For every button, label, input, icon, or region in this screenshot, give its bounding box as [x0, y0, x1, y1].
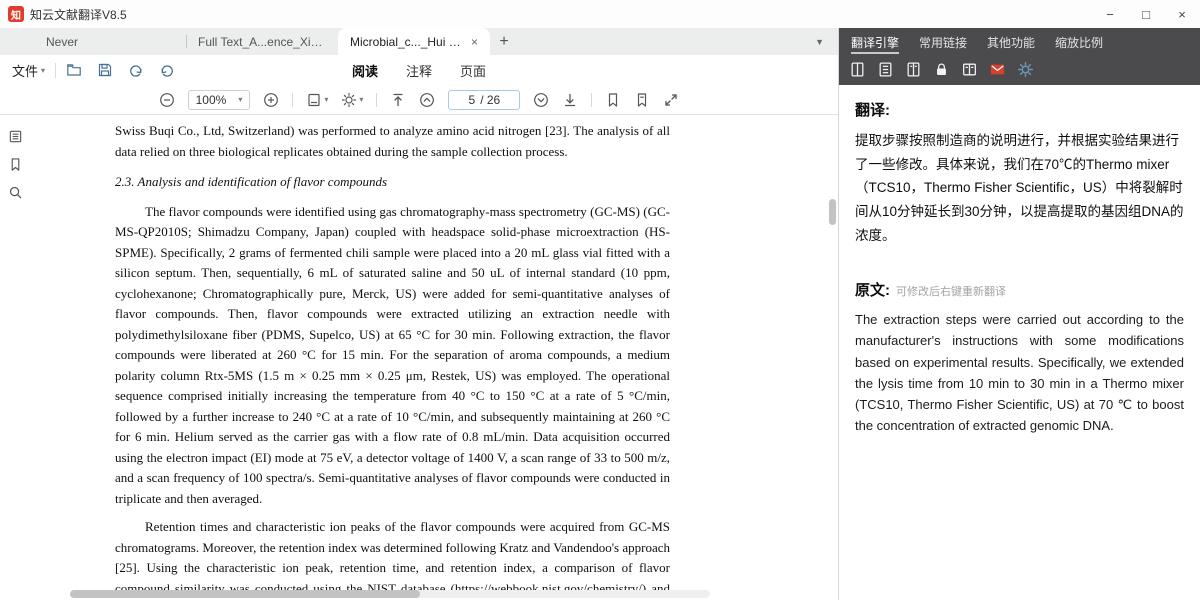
file-menu-label: 文件 — [12, 61, 38, 80]
page-current: 5 — [469, 93, 476, 107]
lock-icon[interactable] — [933, 61, 950, 78]
document-tab-active[interactable]: Microbial_c..._Hui Liao * × — [338, 28, 490, 55]
maximize-button[interactable]: □ — [1128, 0, 1164, 28]
translation-text[interactable]: 提取步骤按照制造商的说明进行，并根据实验结果进行了一些修改。具体来说，我们在70… — [855, 129, 1184, 247]
app-title: 知云文献翻译V8.5 — [30, 6, 127, 23]
vertical-scrollbar-thumb[interactable] — [829, 199, 836, 225]
previous-page-button[interactable] — [419, 92, 435, 108]
view-tab-annotate[interactable]: 注释 — [406, 61, 432, 80]
original-section: 原文: 可修改后右键重新翻译 The extraction steps were… — [855, 279, 1184, 436]
brightness-button[interactable]: ▾ — [341, 92, 363, 108]
bookmark-add-icon[interactable] — [605, 92, 621, 108]
titlebar: 知 知云文献翻译V8.5 − □ × — [0, 0, 1200, 28]
panel-tabs: 翻译引擎 常用链接 其他功能 缩放比例 — [849, 33, 1190, 61]
original-label: 原文: — [855, 279, 890, 300]
pdf-paragraph: Retention times and characteristic ion p… — [115, 517, 670, 600]
original-hint: 可修改后右键重新翻译 — [896, 283, 1006, 299]
app-logo-icon: 知 — [8, 6, 24, 22]
zoom-level-select[interactable]: 100% ▾ — [188, 90, 251, 110]
chevron-down-icon: ▾ — [238, 95, 242, 104]
redo-icon[interactable] — [159, 62, 175, 78]
panel-tab-zoom-ratio[interactable]: 缩放比例 — [1055, 34, 1103, 54]
document-icon[interactable] — [961, 61, 978, 78]
translation-label: 翻译: — [855, 102, 890, 119]
translation-section: 翻译: 提取步骤按照制造商的说明进行，并根据实验结果进行了一些修改。具体来说，我… — [855, 99, 1184, 247]
bookmark-list-icon[interactable] — [634, 92, 650, 108]
document-icon[interactable] — [877, 61, 894, 78]
pdf-paragraph: The flavor compounds were identified usi… — [115, 202, 670, 510]
reader-pane: Never Full Text_A...ence_Xinhua Microbia… — [0, 28, 838, 600]
panel-icon-row — [849, 61, 1190, 78]
page-total: / 26 — [480, 93, 500, 107]
translation-panel-body: 翻译: 提取步骤按照制造商的说明进行，并根据实验结果进行了一些修改。具体来说，我… — [839, 85, 1200, 600]
page-number-input[interactable]: 5 / 26 — [448, 90, 520, 110]
close-button[interactable]: × — [1164, 0, 1200, 28]
pdf-viewport[interactable]: Swiss Buqi Co., Ltd, Switzerland) was pe… — [30, 115, 838, 600]
document-icon[interactable] — [849, 61, 866, 78]
pdf-toolbar: 100% ▾ ▾ ▾ 5 / 26 — [0, 85, 838, 115]
divider — [376, 93, 377, 107]
bookmarks-panel-icon[interactable] — [8, 157, 23, 172]
sidebar-strip — [0, 115, 30, 600]
undo-icon[interactable] — [128, 62, 144, 78]
thumbnails-panel-icon[interactable] — [8, 129, 23, 144]
download-button[interactable] — [562, 92, 578, 108]
tab-label: Full Text_A...ence_Xinhua — [198, 35, 326, 49]
pdf-paragraph: Swiss Buqi Co., Ltd, Switzerland) was pe… — [115, 121, 670, 162]
chevron-down-icon: ▾ — [324, 95, 328, 104]
view-tab-read[interactable]: 阅读 — [352, 61, 378, 80]
minimize-button[interactable]: − — [1092, 0, 1128, 28]
next-page-button[interactable] — [533, 92, 549, 108]
tab-label: Never — [46, 35, 174, 49]
page-layout-button[interactable]: ▾ — [306, 92, 328, 108]
original-text[interactable]: The extraction steps were carried out ac… — [855, 309, 1184, 436]
scroll-to-top-button[interactable] — [390, 92, 406, 108]
window-controls: − □ × — [1092, 0, 1200, 28]
horizontal-scrollbar[interactable] — [70, 590, 710, 598]
document-icon[interactable] — [905, 61, 922, 78]
pdf-content-area: Swiss Buqi Co., Ltd, Switzerland) was pe… — [0, 115, 838, 600]
divider — [55, 63, 56, 78]
divider — [292, 93, 293, 107]
tab-overflow-icon[interactable]: ▼ — [815, 37, 824, 47]
zoom-level-value: 100% — [196, 93, 227, 107]
horizontal-scrollbar-thumb[interactable] — [70, 590, 420, 598]
main-area: Never Full Text_A...ence_Xinhua Microbia… — [0, 28, 1200, 600]
view-mode-tabs: 阅读 注释 页面 — [352, 61, 486, 80]
mail-icon[interactable] — [989, 61, 1006, 78]
zoom-out-button[interactable] — [159, 92, 175, 108]
tab-close-icon[interactable]: × — [471, 35, 478, 49]
menubar: 文件 ▾ 阅读 注释 页面 — [0, 55, 838, 85]
translation-panel-header: 翻译引擎 常用链接 其他功能 缩放比例 — [839, 28, 1200, 85]
chevron-down-icon: ▾ — [41, 66, 45, 75]
save-icon[interactable] — [97, 62, 113, 78]
search-icon[interactable] — [8, 185, 23, 200]
file-menu-button[interactable]: 文件 ▾ — [12, 61, 45, 80]
fullscreen-icon[interactable] — [663, 92, 679, 108]
pdf-page: Swiss Buqi Co., Ltd, Switzerland) was pe… — [30, 115, 838, 600]
panel-tab-common-links[interactable]: 常用链接 — [919, 34, 967, 54]
gear-icon[interactable] — [1017, 61, 1034, 78]
vertical-scrollbar[interactable] — [829, 115, 837, 600]
panel-tab-other-functions[interactable]: 其他功能 — [987, 34, 1035, 54]
document-tabbar: Never Full Text_A...ence_Xinhua Microbia… — [0, 28, 838, 55]
translation-panel: 翻译引擎 常用链接 其他功能 缩放比例 — [838, 28, 1200, 600]
view-tab-page[interactable]: 页面 — [460, 61, 486, 80]
panel-tab-translate-engine[interactable]: 翻译引擎 — [851, 34, 899, 54]
open-folder-icon[interactable] — [66, 62, 82, 78]
new-tab-button[interactable]: + — [490, 33, 518, 51]
pdf-section-heading: 2.3. Analysis and identification of flav… — [115, 172, 670, 193]
chevron-down-icon: ▾ — [359, 95, 363, 104]
divider — [591, 93, 592, 107]
tab-label: Microbial_c..._Hui Liao * — [350, 35, 463, 49]
document-tab[interactable]: Full Text_A...ence_Xinhua — [186, 28, 338, 55]
document-tab[interactable]: Never — [34, 28, 186, 55]
zoom-in-button[interactable] — [263, 92, 279, 108]
